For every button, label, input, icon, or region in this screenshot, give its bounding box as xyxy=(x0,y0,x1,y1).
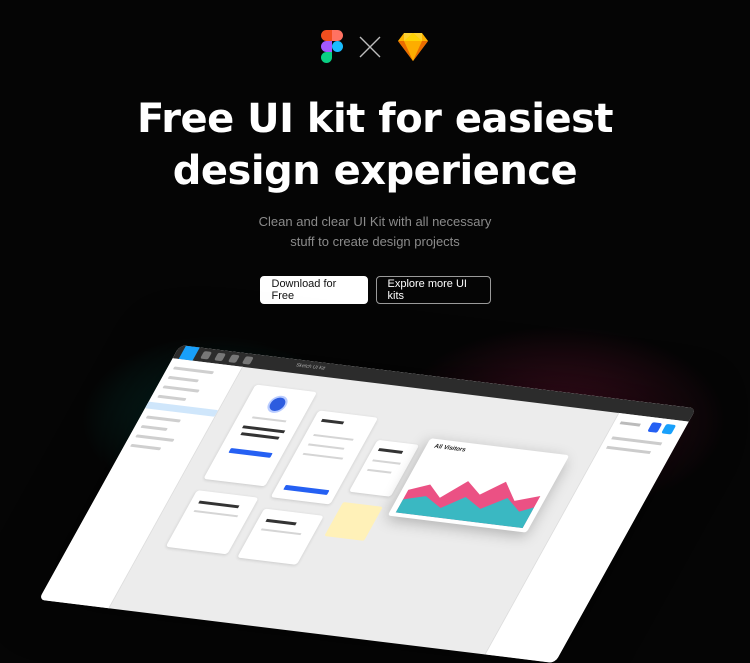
layer-row xyxy=(162,385,200,393)
explore-button[interactable]: Explore more UI kits xyxy=(375,276,491,304)
text-line xyxy=(307,443,345,450)
headline-line-2: design experience xyxy=(172,148,578,194)
color-swatch xyxy=(661,423,677,435)
download-button[interactable]: Download for Free xyxy=(259,276,368,304)
text-line xyxy=(251,416,287,423)
layer-row xyxy=(140,424,168,431)
subtitle: Clean and clear UI Kit with all necessar… xyxy=(0,212,750,252)
text-line xyxy=(260,528,302,536)
text-line xyxy=(193,510,239,518)
text-line xyxy=(366,468,392,474)
sketch-icon xyxy=(397,32,429,62)
figma-icon xyxy=(321,30,343,63)
layer-row xyxy=(145,415,182,423)
color-swatch xyxy=(647,422,663,433)
subtitle-line-1: Clean and clear UI Kit with all necessar… xyxy=(258,214,492,229)
text-line xyxy=(377,448,404,454)
layer-row xyxy=(130,443,162,451)
shape-tool-icon xyxy=(213,352,227,362)
panel-row xyxy=(605,445,652,455)
text-line xyxy=(372,459,401,465)
chart-title: All Visitors xyxy=(432,443,467,454)
layer-row-selected xyxy=(144,401,219,417)
area-chart xyxy=(395,481,541,529)
panel-label xyxy=(619,421,641,427)
subtitle-line-2: stuff to create design projects xyxy=(290,234,460,249)
card-button xyxy=(228,447,273,458)
frame-tool-icon xyxy=(200,350,213,360)
panel-row xyxy=(611,436,663,446)
layer-row xyxy=(167,375,199,383)
text-line xyxy=(198,500,240,509)
pen-tool-icon xyxy=(227,354,240,363)
cta-group: Download for Free Explore more UI kits xyxy=(0,276,750,304)
close-x-icon xyxy=(359,36,381,58)
headline-line-1: Free UI kit for easiest xyxy=(136,96,614,142)
text-line xyxy=(240,432,280,440)
text-tool-icon xyxy=(241,356,254,365)
card-button xyxy=(283,484,330,496)
avatar xyxy=(263,394,292,414)
text-line xyxy=(313,434,354,441)
editor-title: Sketch UI Kit xyxy=(294,362,327,372)
sticky-note xyxy=(324,502,383,541)
brand-logos xyxy=(0,30,750,63)
text-line xyxy=(320,418,345,425)
text-line xyxy=(302,452,344,460)
pricing-card xyxy=(237,508,324,565)
layer-row xyxy=(157,394,187,402)
page-title: Free UI kit for easiest design experienc… xyxy=(0,93,750,197)
layer-row xyxy=(135,434,175,442)
text-line xyxy=(265,518,297,526)
layer-row xyxy=(172,366,215,375)
